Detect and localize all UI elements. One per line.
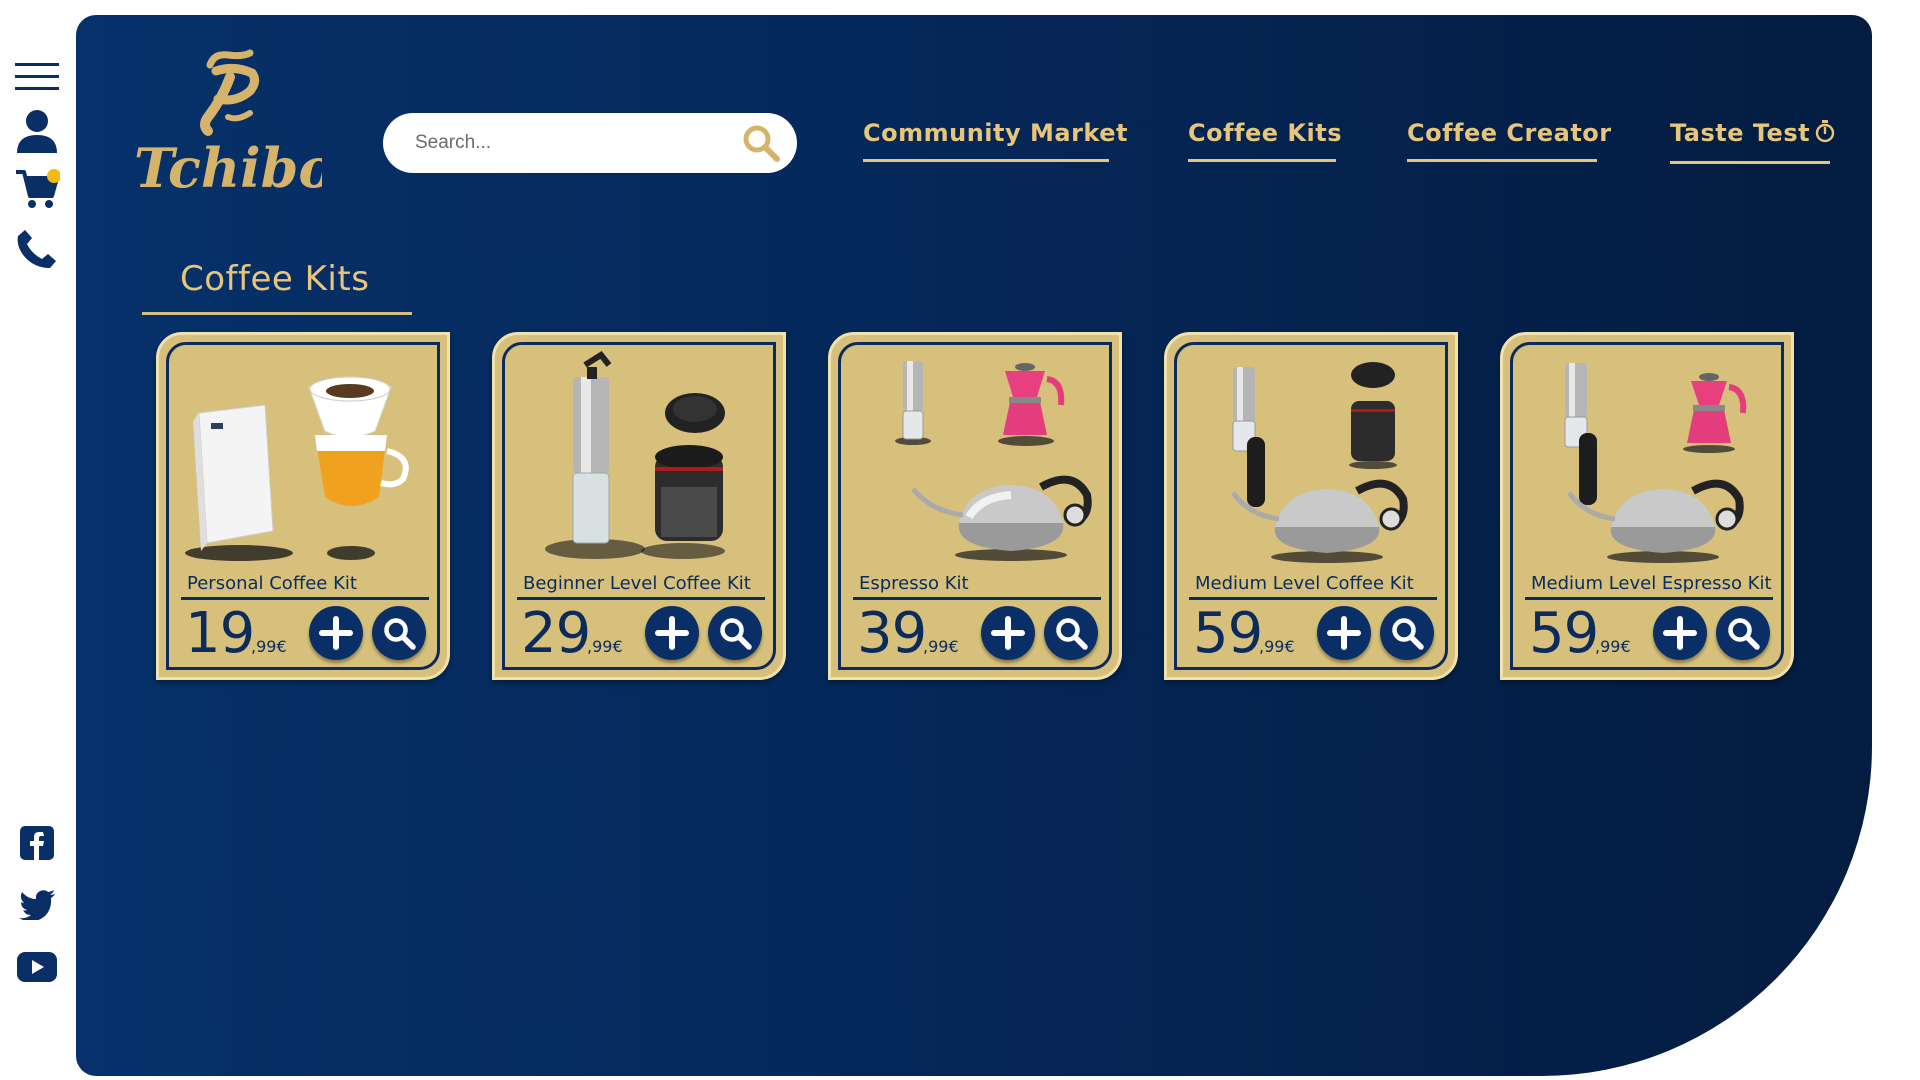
- view-details-button[interactable]: [708, 606, 762, 660]
- price-main: 39: [857, 601, 927, 666]
- nav-community-market[interactable]: Community Market: [863, 119, 1127, 162]
- product-name: Medium Level Espresso Kit: [1531, 573, 1772, 594]
- product-image: [1177, 347, 1431, 575]
- price-main: 59: [1193, 601, 1263, 666]
- divider: [853, 597, 1101, 600]
- youtube-icon[interactable]: [14, 944, 60, 990]
- price-cents: ,99€: [923, 637, 959, 656]
- product-image: [505, 347, 759, 575]
- price-main: 59: [1529, 601, 1599, 666]
- left-icon-rail: [0, 0, 74, 1080]
- magnifier-icon: [1392, 618, 1424, 650]
- price-main: 29: [521, 601, 591, 666]
- product-card[interactable]: Espresso Kit 39 ,99€: [828, 332, 1122, 680]
- product-name: Espresso Kit: [859, 573, 969, 594]
- price-cents: ,99€: [1259, 637, 1295, 656]
- nav-coffee-creator[interactable]: Coffee Creator: [1407, 119, 1611, 162]
- plus-icon: [319, 616, 353, 650]
- cart-icon[interactable]: [14, 166, 60, 212]
- plus-icon: [1327, 616, 1361, 650]
- search-icon[interactable]: [741, 123, 781, 163]
- view-details-button[interactable]: [1044, 606, 1098, 660]
- price-main: 19: [185, 601, 255, 666]
- product-image: [841, 347, 1095, 575]
- plus-icon: [1663, 616, 1697, 650]
- plus-icon: [991, 616, 1025, 650]
- timer-icon: [1814, 119, 1836, 149]
- facebook-icon[interactable]: [14, 820, 60, 866]
- tchibo-logo[interactable]: Tchibo: [132, 47, 334, 200]
- magnifier-icon: [1056, 618, 1088, 650]
- nav-taste-test-label: Taste Test: [1670, 119, 1811, 147]
- twitter-icon[interactable]: [14, 882, 60, 928]
- magnifier-icon: [1728, 618, 1760, 650]
- price-cents: ,99€: [587, 637, 623, 656]
- main-panel: Tchibo Community Market Coffee Kits Coff…: [76, 15, 1872, 1076]
- nav-coffee-kits[interactable]: Coffee Kits: [1188, 119, 1341, 162]
- product-name: Beginner Level Coffee Kit: [523, 573, 751, 594]
- svg-text:Tchibo: Tchibo: [134, 136, 322, 197]
- product-name: Medium Level Coffee Kit: [1195, 573, 1414, 594]
- view-details-button[interactable]: [1716, 606, 1770, 660]
- product-card[interactable]: Beginner Level Coffee Kit 29 ,99€: [492, 332, 786, 680]
- section-title-text: Coffee Kits: [180, 259, 370, 299]
- plus-icon: [655, 616, 689, 650]
- section-title: Coffee Kits: [142, 245, 412, 315]
- magnifier-icon: [720, 618, 752, 650]
- add-to-cart-button[interactable]: [309, 606, 363, 660]
- product-name: Personal Coffee Kit: [187, 573, 357, 594]
- add-to-cart-button[interactable]: [981, 606, 1035, 660]
- add-to-cart-button[interactable]: [1317, 606, 1371, 660]
- product-card[interactable]: Medium Level Coffee Kit 59 ,99€: [1164, 332, 1458, 680]
- product-image: [1513, 347, 1767, 575]
- magnifier-icon: [384, 618, 416, 650]
- divider: [181, 597, 429, 600]
- price-cents: ,99€: [251, 637, 287, 656]
- product-card[interactable]: Medium Level Espresso Kit 59 ,99€: [1500, 332, 1794, 680]
- nav-taste-test[interactable]: Taste Test: [1670, 119, 1835, 164]
- search-bar: [383, 113, 797, 173]
- product-image: [169, 347, 423, 575]
- add-to-cart-button[interactable]: [645, 606, 699, 660]
- view-details-button[interactable]: [1380, 606, 1434, 660]
- view-details-button[interactable]: [372, 606, 426, 660]
- menu-icon[interactable]: [14, 54, 60, 100]
- add-to-cart-button[interactable]: [1653, 606, 1707, 660]
- divider: [517, 597, 765, 600]
- phone-icon[interactable]: [14, 226, 60, 272]
- product-card[interactable]: Personal Coffee Kit 19 ,99€: [156, 332, 450, 680]
- price-cents: ,99€: [1595, 637, 1631, 656]
- search-input[interactable]: [415, 132, 741, 154]
- user-icon[interactable]: [14, 108, 60, 154]
- divider: [1189, 597, 1437, 600]
- divider: [1525, 597, 1773, 600]
